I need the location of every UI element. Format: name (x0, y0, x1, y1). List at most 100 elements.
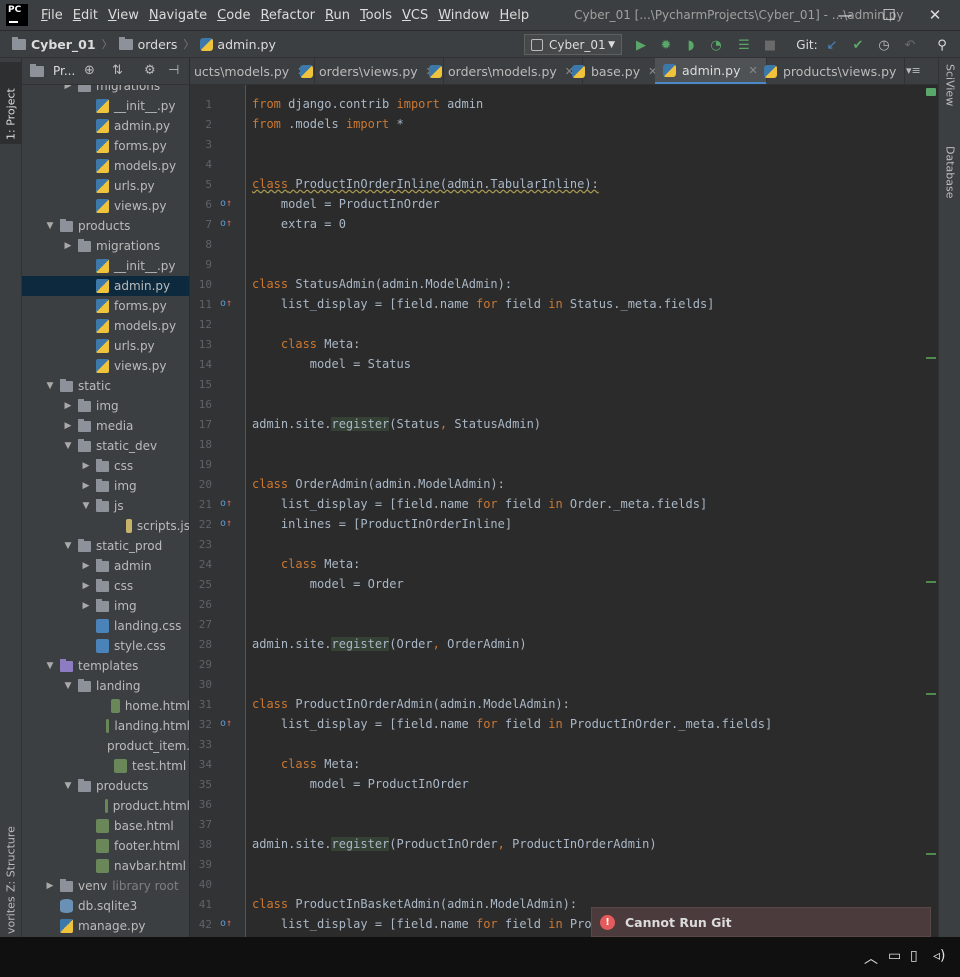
chevron-up-icon[interactable]: ︿ (864, 948, 878, 968)
tree-item[interactable]: forms.py (22, 296, 189, 316)
expanded-arrow-icon[interactable]: ▼ (80, 501, 92, 511)
tree-item[interactable]: __init__.py (22, 96, 189, 116)
concurrency-icon[interactable]: ☰ (736, 37, 752, 53)
tree-item[interactable]: ▼ products (22, 776, 189, 796)
expanded-arrow-icon[interactable]: ▼ (62, 781, 74, 791)
tree-item[interactable]: admin.py (22, 116, 189, 136)
editor-tab[interactable]: base.py ✕ (564, 58, 667, 84)
scroll-marker[interactable] (926, 357, 936, 359)
tree-item[interactable]: ▶ img (22, 596, 189, 616)
collapsed-arrow-icon[interactable]: ▶ (62, 401, 74, 411)
breadcrumb-project[interactable]: Cyber_01 (31, 37, 96, 52)
coverage-icon[interactable]: ◗ (683, 37, 699, 53)
git-commit-icon[interactable]: ✔ (850, 37, 866, 53)
override-marker-icon[interactable]: o↑ (220, 298, 232, 309)
tree-item[interactable]: ▼ landing (22, 676, 189, 696)
expanded-arrow-icon[interactable]: ▼ (44, 381, 56, 391)
collapsed-arrow-icon[interactable]: ▶ (62, 241, 74, 251)
tree-item[interactable]: ▼ templates (22, 656, 189, 676)
tree-item[interactable]: test.html (22, 756, 189, 776)
menu-item-window[interactable]: Window (433, 8, 494, 23)
expanded-arrow-icon[interactable]: ▼ (62, 441, 74, 451)
tree-item[interactable]: urls.py (22, 336, 189, 356)
project-panel-title[interactable]: Pr... (53, 64, 75, 78)
override-marker-icon[interactable]: o↑ (220, 518, 232, 529)
hide-panel-icon[interactable]: ⊣ (168, 63, 179, 78)
tree-item[interactable]: ▼ js (22, 496, 189, 516)
tree-item[interactable]: ▶ css (22, 576, 189, 596)
tree-item[interactable]: urls.py (22, 176, 189, 196)
menu-item-edit[interactable]: Edit (68, 8, 103, 23)
project-tool-tab[interactable]: 1: Project (0, 62, 22, 144)
minimize-button[interactable]: — (822, 0, 868, 30)
expanded-arrow-icon[interactable]: ▼ (62, 681, 74, 691)
breadcrumb-file[interactable]: admin.py (217, 37, 275, 52)
tree-item[interactable]: product.html (22, 796, 189, 816)
collapse-all-icon[interactable]: ⇅ (112, 63, 123, 78)
tree-item[interactable]: __init__.py (22, 256, 189, 276)
search-icon[interactable]: ⚲ (934, 37, 950, 53)
tree-item[interactable]: style.css (22, 636, 189, 656)
tree-item[interactable]: admin.py (22, 276, 189, 296)
collapsed-arrow-icon[interactable]: ▶ (80, 461, 92, 471)
tree-item[interactable]: scripts.js (22, 516, 189, 536)
collapsed-arrow-icon[interactable]: ▶ (62, 421, 74, 431)
git-history-icon[interactable]: ◷ (876, 37, 892, 53)
scroll-marker[interactable] (926, 581, 936, 583)
gear-icon[interactable]: ⚙ (144, 63, 156, 78)
override-marker-icon[interactable]: o↑ (220, 918, 232, 929)
scroll-marker[interactable] (926, 853, 936, 855)
collapsed-arrow-icon[interactable]: ▶ (80, 581, 92, 591)
menu-item-navigate[interactable]: Navigate (144, 8, 212, 23)
run-configuration-select[interactable]: Cyber_01 ▼ (524, 34, 622, 55)
menu-item-file[interactable]: File (36, 8, 68, 23)
override-marker-icon[interactable]: o↑ (220, 218, 232, 229)
override-marker-icon[interactable]: o↑ (220, 198, 232, 209)
editor-tab[interactable]: orders\models.py ✕ (421, 58, 584, 84)
tree-item[interactable]: models.py (22, 316, 189, 336)
run-icon[interactable]: ▶ (633, 37, 649, 53)
tree-item[interactable]: forms.py (22, 136, 189, 156)
database-tool-tab[interactable]: Database (939, 146, 960, 226)
collapsed-arrow-icon[interactable]: ▶ (80, 481, 92, 491)
tree-item[interactable]: manage.py (22, 916, 189, 936)
menu-item-run[interactable]: Run (320, 8, 355, 23)
profile-icon[interactable]: ◔ (708, 37, 724, 53)
tabs-overflow-icon[interactable]: ▾≡ (906, 64, 921, 77)
tree-item[interactable]: models.py (22, 156, 189, 176)
tree-item[interactable]: home.html (22, 696, 189, 716)
breadcrumb-folder[interactable]: orders (138, 37, 178, 52)
stop-icon[interactable]: ■ (762, 37, 778, 53)
menu-item-view[interactable]: View (103, 8, 144, 23)
git-error-notification[interactable]: ! Cannot Run Git (591, 907, 931, 937)
tree-item[interactable]: ▼ products (22, 216, 189, 236)
collapsed-arrow-icon[interactable]: ▶ (80, 601, 92, 611)
maximize-button[interactable]: ☐ (866, 0, 912, 30)
editor-tab[interactable]: admin.py ✕ (655, 58, 767, 84)
collapsed-arrow-icon[interactable]: ▶ (44, 881, 56, 891)
scroll-marker[interactable] (926, 693, 936, 695)
structure-tool-tab[interactable]: Z: Structure (0, 806, 22, 896)
tree-item[interactable]: navbar.html (22, 856, 189, 876)
battery-icon[interactable]: ▭ (888, 948, 901, 964)
menu-item-vcs[interactable]: VCS (397, 8, 433, 23)
inspection-ok-icon[interactable] (926, 88, 936, 96)
override-marker-icon[interactable]: o↑ (220, 718, 232, 729)
git-revert-icon[interactable]: ↶ (902, 37, 918, 53)
volume-icon[interactable]: ◃) (933, 948, 946, 964)
network-icon[interactable]: ▯ (910, 948, 918, 964)
tree-item[interactable]: landing.html (22, 716, 189, 736)
collapsed-arrow-icon[interactable]: ▶ (80, 561, 92, 571)
menu-item-tools[interactable]: Tools (355, 8, 397, 23)
close-window-button[interactable]: ✕ (912, 0, 958, 30)
tree-item[interactable]: db.sqlite3 (22, 896, 189, 916)
tree-item[interactable]: ▶ venv library root (22, 876, 189, 896)
tree-item[interactable]: ▶ img (22, 476, 189, 496)
expanded-arrow-icon[interactable]: ▼ (44, 661, 56, 671)
menu-item-code[interactable]: Code (212, 8, 255, 23)
debug-icon[interactable]: ✹ (658, 37, 674, 53)
sciview-tool-tab[interactable]: SciView (939, 64, 960, 130)
tree-item[interactable]: views.py (22, 196, 189, 216)
tree-item[interactable]: product_item. (22, 736, 189, 756)
override-marker-icon[interactable]: o↑ (220, 498, 232, 509)
